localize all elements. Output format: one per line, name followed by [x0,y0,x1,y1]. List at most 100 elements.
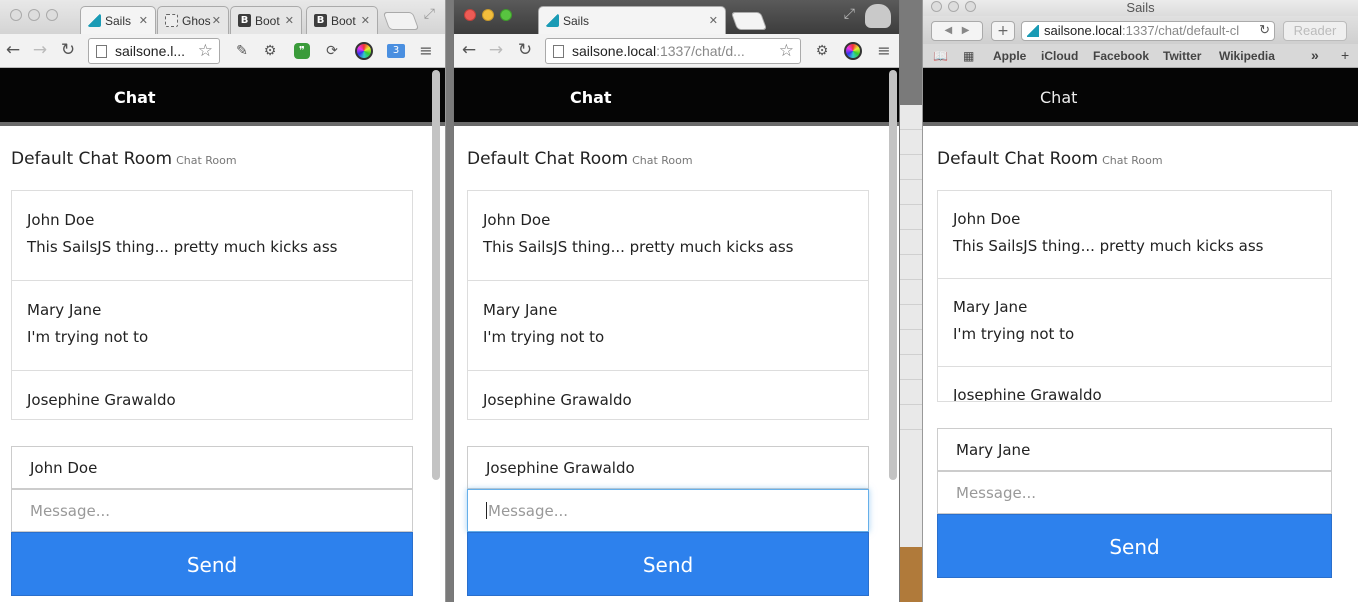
address-bar[interactable]: sailsone.l... ☆ [88,38,220,64]
reload-icon[interactable]: ↻ [58,40,78,60]
brand-link[interactable]: Chat [114,88,156,107]
sails-icon [546,14,559,27]
bookmark-star-icon[interactable]: ☆ [198,41,213,61]
tab-sails[interactable]: Sails ✕ [538,6,726,34]
chrome-window-left: Sails ✕ Ghos ✕ B Boot ✕ B Boot ✕ ⤢ ← → ↻… [0,0,446,602]
new-tab-button[interactable] [730,12,768,30]
minimize-window-button[interactable] [482,9,494,21]
minimize-window-button[interactable] [948,1,959,12]
tab-bootstrap-2[interactable]: B Boot ✕ [306,6,378,34]
close-tab-icon[interactable]: ✕ [709,14,718,27]
hangouts-icon[interactable]: ❞ [294,43,310,59]
app-navbar: Chat [454,68,899,126]
tab-strip: Sails ✕ ⤢ [454,0,899,34]
reader-button[interactable]: Reader [1283,21,1347,41]
safari-window-right: Sails ◀ ▶ + sailsone.local:1337/chat/def… [922,0,1358,602]
list-item: John Doe This SailsJS thing... pretty muc… [938,191,1331,279]
room-title: Default Chat Room Chat Room [11,149,237,169]
window-title: Sails [1126,0,1155,15]
app-navbar: Chat [0,68,445,126]
message-input[interactable]: Message... [937,471,1332,514]
name-input[interactable]: Josephine Grawaldo [467,446,869,489]
reload-icon[interactable]: ↻ [1259,22,1270,38]
message-list: John Doe This SailsJS thing... pretty muc… [11,190,413,420]
list-item: Josephine Grawaldo [12,371,412,419]
back-icon[interactable]: ← [3,40,23,60]
scrollbar[interactable] [432,70,440,480]
back-icon[interactable]: ← [459,40,479,60]
menu-icon[interactable]: ≡ [874,41,894,61]
bookmarks-more-icon[interactable]: » [1311,47,1319,63]
forward-icon[interactable]: → [30,40,50,60]
chrome-window-middle: Sails ✕ ⤢ ← → ↻ sailsone.local:1337/chat… [453,0,900,602]
window-controls [464,9,512,21]
text-caret [486,502,487,519]
bookmark-star-icon[interactable]: ☆ [779,41,794,61]
forward-icon[interactable]: → [486,40,506,60]
tab-sails[interactable]: Sails ✕ [80,6,156,34]
message-input[interactable]: Message... [467,489,869,532]
room-subtitle: Chat Room [176,154,237,167]
settings-gear-icon[interactable]: ⚙ [260,41,280,61]
close-tab-icon[interactable]: ✕ [285,14,294,27]
sails-icon [1027,25,1039,37]
window-controls [931,1,976,12]
send-button[interactable]: Send [11,532,413,596]
room-title: Default Chat Room Chat Room [467,149,693,169]
list-item: Mary Jane I'm trying not to [468,281,868,371]
extension-badge-icon[interactable]: 3 [387,44,405,58]
name-input[interactable]: John Doe [11,446,413,489]
bookmark-twitter[interactable]: Twitter [1163,49,1201,63]
send-button[interactable]: Send [467,532,869,596]
scrollbar[interactable] [889,70,897,480]
fullscreen-icon[interactable]: ⤢ [844,6,855,22]
new-tab-button[interactable] [382,12,420,30]
message-input[interactable]: Message... [11,489,413,532]
room-title: Default Chat Room Chat Room [937,149,1163,169]
color-picker-icon[interactable] [355,42,373,60]
new-tab-icon[interactable]: + [1341,47,1349,63]
close-window-button[interactable] [931,1,942,12]
settings-gear-icon[interactable]: ⚙ [812,41,832,61]
list-item: Mary Jane I'm trying not to [12,281,412,371]
send-button[interactable]: Send [937,514,1332,578]
bookmark-icloud[interactable]: iCloud [1041,49,1078,63]
fullscreen-icon[interactable]: ⤢ [424,6,435,22]
close-tab-icon[interactable]: ✕ [212,14,221,27]
brand-link[interactable]: Chat [570,88,612,107]
room-header: Default Chat Room Chat Room [0,126,445,188]
list-item: Josephine Grawaldo [468,371,868,419]
message-list: John Doe This SailsJS thing... pretty muc… [467,190,869,420]
zoom-window-button[interactable] [46,9,58,21]
brand-link[interactable]: Chat [1040,88,1077,107]
tab-ghost[interactable]: Ghos ✕ [157,6,229,34]
close-window-button[interactable] [464,9,476,21]
eyedropper-icon[interactable]: ✎ [232,41,252,61]
reload-icon[interactable]: ↻ [515,40,535,60]
bookmark-apple[interactable]: Apple [993,49,1026,63]
zoom-window-button[interactable] [965,1,976,12]
bookmark-facebook[interactable]: Facebook [1093,49,1149,63]
tab-bootstrap-1[interactable]: B Boot ✕ [230,6,302,34]
minimize-window-button[interactable] [28,9,40,21]
address-bar[interactable]: sailsone.local:1337/chat/d... ☆ [545,38,801,64]
sync-icon[interactable]: ⟳ [322,41,342,61]
room-header: Default Chat Room Chat Room [923,126,1358,188]
top-sites-icon[interactable]: ▦ [963,49,974,63]
tab-strip: Sails ✕ Ghos ✕ B Boot ✕ B Boot ✕ ⤢ [0,0,445,34]
menu-icon[interactable]: ≡ [416,41,436,61]
browser-toolbar: ← → ↻ sailsone.local:1337/chat/d... ☆ ⚙ … [454,34,899,68]
list-item: Josephine Grawaldo [938,367,1331,401]
address-bar[interactable]: sailsone.local:1337/chat/default-cl ↻ [1021,21,1275,41]
color-picker-icon[interactable] [844,42,862,60]
name-input[interactable]: Mary Jane [937,428,1332,471]
close-tab-icon[interactable]: ✕ [139,14,148,27]
close-tab-icon[interactable]: ✕ [361,14,370,27]
back-forward-buttons[interactable]: ◀ ▶ [931,21,983,41]
close-window-button[interactable] [10,9,22,21]
bookmark-wikipedia[interactable]: Wikipedia [1219,49,1275,63]
zoom-window-button[interactable] [500,9,512,21]
browser-toolbar: ◀ ▶ + sailsone.local:1337/chat/default-c… [923,16,1358,44]
add-bookmark-icon[interactable]: + [991,21,1015,41]
reading-list-icon[interactable]: 📖 [933,49,948,63]
